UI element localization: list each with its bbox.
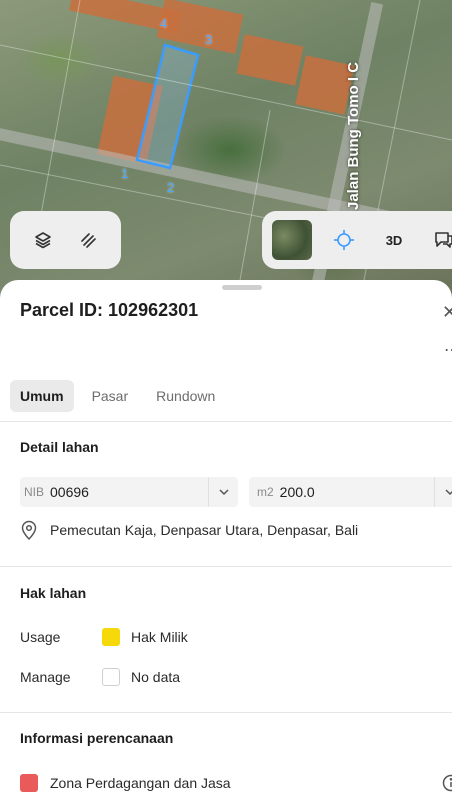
- detail-section-title: Detail lahan: [20, 439, 99, 455]
- zone-row[interactable]: Zona Perdagangan dan Jasa: [20, 774, 231, 792]
- planning-section-title: Informasi perencanaan: [20, 730, 174, 746]
- locate-button[interactable]: [326, 222, 362, 258]
- tab-pasar[interactable]: Pasar: [82, 380, 139, 412]
- chevron-down-icon[interactable]: [434, 477, 452, 507]
- map-tools-group: [10, 211, 121, 269]
- sheet-drag-handle[interactable]: [222, 285, 262, 290]
- usage-row: Usage Hak Milik: [20, 628, 188, 646]
- view-3d-button[interactable]: 3D: [376, 222, 412, 258]
- manage-label: Manage: [20, 669, 71, 685]
- ruler-icon: [81, 233, 97, 248]
- tab-umum[interactable]: Umum: [10, 380, 74, 412]
- manage-row: Manage No data: [20, 668, 180, 686]
- manage-value: No data: [131, 669, 181, 685]
- vertex-label-3: 3: [205, 32, 213, 47]
- vertex-label-2: 2: [167, 180, 175, 195]
- map-pin-icon: [21, 520, 37, 540]
- measure-button[interactable]: [70, 222, 106, 258]
- parcel-detail-sheet: Parcel ID: 102962301 ✕ ⋯ Umum Pasar Rund…: [0, 280, 452, 804]
- parcel-title: Parcel ID: 102962301: [20, 300, 199, 320]
- feedback-button[interactable]: [426, 222, 452, 258]
- basemap-thumbnail-button[interactable]: [272, 220, 312, 260]
- location-text: Pemecutan Kaja, Denpasar Utara, Denpasar…: [50, 522, 359, 538]
- area-prefix: m2: [257, 485, 274, 499]
- nib-prefix: NIB: [24, 485, 45, 499]
- map-view-controls: 3D: [262, 211, 452, 269]
- zone-text: Zona Perdagangan dan Jasa: [50, 775, 231, 791]
- zone-swatch: [20, 774, 38, 792]
- street-label: Jalan Bung Tomo I C: [345, 61, 362, 210]
- nib-value: 00696: [50, 484, 89, 500]
- more-icon[interactable]: ⋯: [444, 340, 452, 360]
- close-icon[interactable]: ✕: [442, 302, 452, 323]
- chevron-down-icon[interactable]: [208, 477, 238, 507]
- layers-icon: [34, 232, 51, 249]
- crosshair-icon: [334, 230, 354, 250]
- tab-rundown[interactable]: Rundown: [146, 380, 225, 412]
- manage-swatch: [102, 668, 120, 686]
- info-icon[interactable]: [442, 774, 452, 792]
- location-row: Pemecutan Kaja, Denpasar Utara, Denpasar…: [20, 520, 358, 540]
- vertex-label-4: 4: [160, 16, 168, 31]
- parcel-outline[interactable]: [135, 43, 200, 170]
- area-value: 200.0: [279, 484, 315, 500]
- divider: [0, 566, 452, 567]
- area-field[interactable]: m2 200.0: [249, 477, 452, 507]
- divider: [0, 421, 452, 422]
- usage-swatch: [102, 628, 120, 646]
- vertex-label-1: 1: [121, 166, 129, 181]
- usage-value: Hak Milik: [131, 629, 188, 645]
- chat-icon: [435, 232, 452, 248]
- nib-field[interactable]: NIB 00696: [20, 477, 238, 507]
- divider: [0, 712, 452, 713]
- usage-label: Usage: [20, 629, 61, 645]
- layers-button[interactable]: [25, 222, 61, 258]
- rights-section-title: Hak lahan: [20, 585, 87, 601]
- tab-bar: Umum Pasar Rundown: [10, 380, 225, 412]
